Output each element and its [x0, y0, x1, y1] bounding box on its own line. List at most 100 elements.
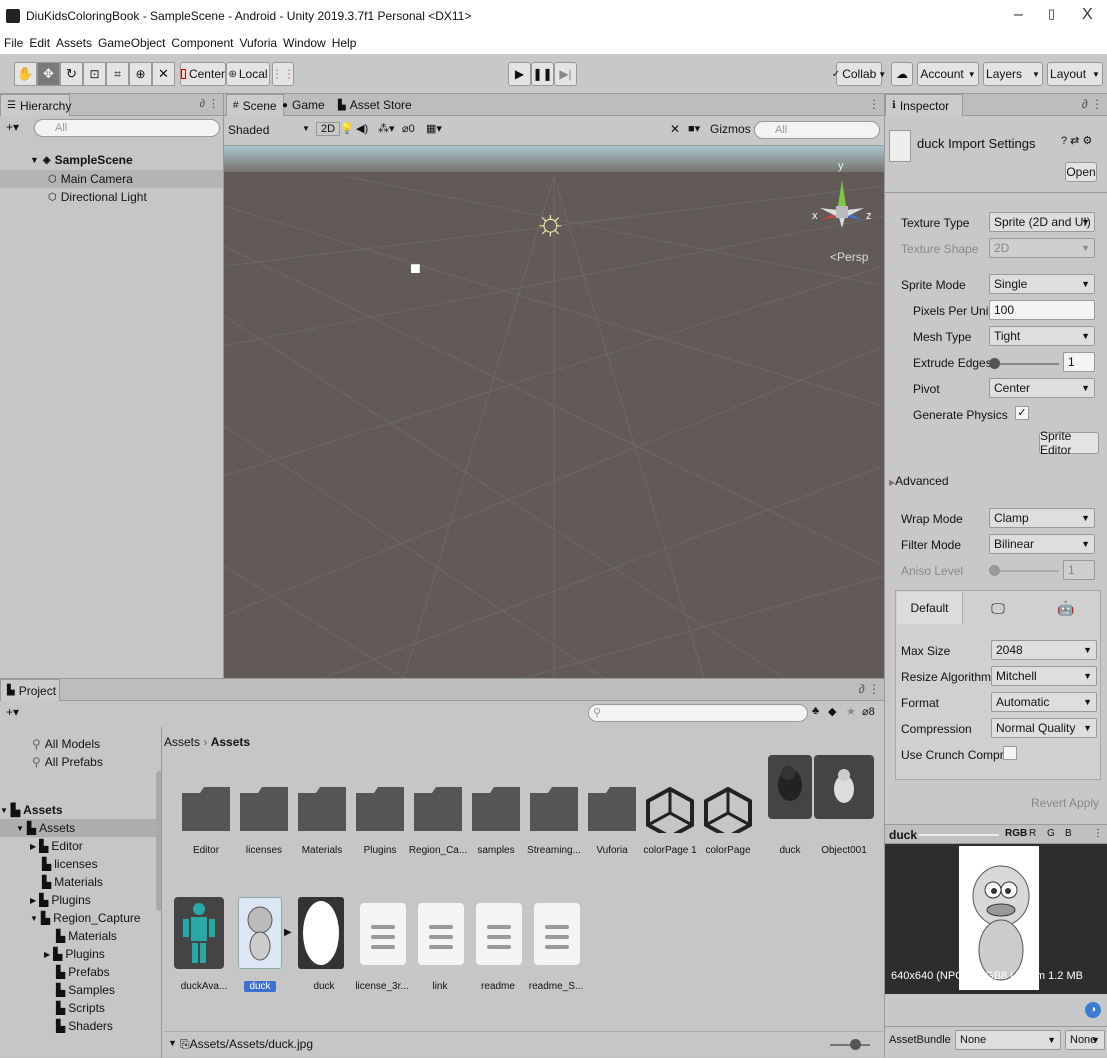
- pivot-rotation-button[interactable]: ⊛ Local: [226, 62, 270, 86]
- collab-status-icon[interactable]: ◑: [1085, 1002, 1101, 1018]
- grid-toggle-icon[interactable]: ▦▾: [426, 122, 442, 135]
- lighting-icon[interactable]: 💡: [340, 122, 354, 135]
- menu-file[interactable]: File: [4, 36, 23, 50]
- standalone-monitor-icon[interactable]: 🖵: [965, 592, 1031, 624]
- cloud-icon[interactable]: ☁: [891, 62, 913, 86]
- sprite-mode-dropdown[interactable]: Single ▼: [989, 274, 1095, 294]
- tree-item[interactable]: ▶ ▙ Plugins: [0, 891, 156, 909]
- tree-item[interactable]: ▙ Shaders: [0, 1017, 156, 1035]
- tree-item[interactable]: ▼ ▙ Region_Capture: [0, 909, 156, 927]
- header-help-icons[interactable]: ? ⇄ ⚙: [1061, 134, 1092, 147]
- tab-hierarchy[interactable]: ☰ Hierarchy: [0, 94, 71, 116]
- collab-button[interactable]: ✓ Collab ▼: [832, 62, 886, 86]
- custom-tool-icon[interactable]: ✕: [152, 62, 175, 86]
- visibility-icon[interactable]: ⌀0: [402, 122, 415, 135]
- tab-inspector[interactable]: ℹ Inspector: [885, 94, 963, 116]
- use-crunch-checkbox[interactable]: [1003, 746, 1017, 760]
- shading-dropdown[interactable]: Shaded: [228, 123, 269, 137]
- tree-item[interactable]: ▙ Scripts: [0, 999, 156, 1017]
- asset-bundle-dropdown[interactable]: None ▼: [955, 1030, 1061, 1050]
- hierarchy-add-button[interactable]: +▾: [6, 120, 19, 134]
- rotate-tool-icon[interactable]: ↻: [60, 62, 83, 86]
- advanced-foldout[interactable]: ▶Advanced: [889, 474, 949, 488]
- asset-item[interactable]: Object001: [814, 755, 874, 856]
- hierarchy-search-input[interactable]: All: [34, 119, 220, 137]
- scene-viewport[interactable]: ☼ ■ y x z <Persp: [224, 146, 884, 678]
- sprite-editor-button[interactable]: Sprite Editor: [1039, 429, 1099, 457]
- tab-scene[interactable]: # Scene: [226, 94, 284, 116]
- shading-arrow-icon[interactable]: ▼: [302, 124, 310, 133]
- pivot-dropdown[interactable]: Center ▼: [989, 378, 1095, 398]
- maximize-button[interactable]: ▯: [1048, 6, 1055, 22]
- favorite-item[interactable]: ⚲ All Models: [0, 735, 156, 753]
- pause-button[interactable]: ❚❚: [531, 62, 554, 86]
- max-size-dropdown[interactable]: 2048 ▼: [991, 640, 1097, 660]
- tree-item[interactable]: ▙ Materials: [0, 873, 156, 891]
- snap-icon[interactable]: ⋮⋮: [271, 62, 295, 86]
- tree-item[interactable]: ▶ ▙ Editor: [0, 837, 156, 855]
- camera-gizmo-icon[interactable]: ■: [410, 258, 421, 279]
- compression-dropdown[interactable]: Normal Quality ▼: [991, 718, 1097, 738]
- gizmos-dropdown[interactable]: Gizmos ▾: [710, 122, 760, 136]
- expand-arrow-icon[interactable]: ▶: [44, 950, 50, 959]
- close-button[interactable]: X: [1082, 6, 1093, 24]
- hand-tool-icon[interactable]: ✋: [14, 62, 37, 86]
- panel-menu-icon[interactable]: ⋮: [1093, 828, 1103, 839]
- menu-vuforia[interactable]: Vuforia: [239, 36, 277, 50]
- menu-gameobject[interactable]: GameObject: [98, 36, 165, 50]
- open-button[interactable]: Open: [1065, 162, 1097, 182]
- minimize-button[interactable]: –: [1014, 6, 1023, 24]
- expand-arrow-icon[interactable]: ▼: [30, 914, 38, 923]
- menu-component[interactable]: Component: [171, 36, 233, 50]
- breadcrumb-item[interactable]: Assets: [164, 735, 200, 749]
- asset-bundle-variant-dropdown[interactable]: None ▼: [1065, 1030, 1105, 1050]
- channel-rgb-button[interactable]: RGB: [1005, 828, 1027, 839]
- step-button[interactable]: ▶|: [554, 62, 577, 86]
- favorite-item[interactable]: ⚲ All Prefabs: [0, 753, 156, 771]
- hierarchy-item[interactable]: ⬡ Directional Light: [0, 188, 223, 206]
- directional-light-icon[interactable]: ☼: [534, 204, 567, 240]
- menu-window[interactable]: Window: [283, 36, 326, 50]
- tree-item[interactable]: ▼ ▙ Assets: [0, 819, 156, 837]
- project-add-button[interactable]: +▾: [6, 705, 19, 719]
- tab-project[interactable]: ▙ Project: [0, 679, 60, 701]
- revert-button[interactable]: Revert: [1031, 796, 1066, 810]
- orientation-gizmo[interactable]: y x z: [812, 158, 872, 248]
- panel-menu-icon[interactable]: ∂ ⋮: [859, 682, 880, 696]
- move-tool-icon[interactable]: ✥: [37, 62, 60, 86]
- extrude-edges-input[interactable]: 1: [1063, 352, 1095, 372]
- tab-asset-store[interactable]: ▙ Asset Store: [332, 94, 418, 116]
- pixels-per-unit-input[interactable]: 100: [989, 300, 1095, 320]
- scene-row[interactable]: ▼ ◈ SampleScene: [0, 151, 223, 169]
- panel-menu-icon[interactable]: ∂ ⋮: [1082, 97, 1103, 111]
- account-dropdown[interactable]: Account ▼: [917, 62, 979, 86]
- expand-arrow-icon[interactable]: ▼: [16, 824, 24, 833]
- generate-physics-checkbox[interactable]: ✓: [1015, 406, 1029, 420]
- android-platform-icon[interactable]: 🤖: [1033, 592, 1099, 624]
- mip-slider[interactable]: [919, 834, 999, 836]
- menu-edit[interactable]: Edit: [29, 36, 50, 50]
- slider-thumb[interactable]: [989, 358, 1000, 369]
- channel-b-button[interactable]: B: [1065, 828, 1072, 839]
- tree-item[interactable]: ▙ Materials: [0, 927, 156, 945]
- texture-type-dropdown[interactable]: Sprite (2D and UI) ▼: [989, 212, 1095, 232]
- hidden-packages-icon[interactable]: ⌀8: [862, 705, 875, 718]
- favorite-star-icon[interactable]: ★: [846, 705, 856, 718]
- menu-assets[interactable]: Assets: [56, 36, 92, 50]
- resize-algorithm-dropdown[interactable]: Mitchell ▼: [991, 666, 1097, 686]
- tree-item[interactable]: ▙ Samples: [0, 981, 156, 999]
- pivot-mode-button[interactable]: Center: [180, 62, 226, 86]
- audio-icon[interactable]: ◀): [356, 122, 368, 135]
- rect-tool-icon[interactable]: ⌗: [106, 62, 129, 86]
- channel-r-button[interactable]: R: [1029, 828, 1036, 839]
- tree-item[interactable]: ▼ ▙ Assets: [0, 801, 156, 819]
- layout-dropdown[interactable]: Layout ▼: [1047, 62, 1103, 86]
- tab-platform-default[interactable]: Default: [897, 592, 963, 624]
- tree-item[interactable]: ▙ licenses: [0, 855, 156, 873]
- hierarchy-item[interactable]: ⬡ Main Camera: [0, 170, 223, 188]
- panel-menu-icon[interactable]: ∂ ⋮: [200, 97, 220, 110]
- play-button[interactable]: ▶: [508, 62, 531, 86]
- scale-tool-icon[interactable]: ⊡: [83, 62, 106, 86]
- wrap-mode-dropdown[interactable]: Clamp ▼: [989, 508, 1095, 528]
- projection-label[interactable]: <Persp: [830, 250, 868, 264]
